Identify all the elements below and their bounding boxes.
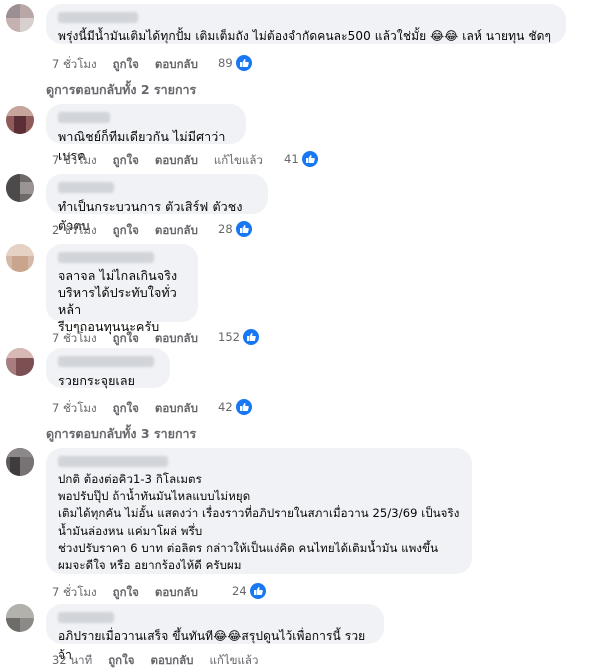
avatar[interactable] — [6, 348, 34, 376]
comment-actions: 7 ชั่วโมง ถูกใจ ตอบกลับ — [52, 330, 214, 348]
comment-text: พรุ่งนี้มีน้ำมันเติมได้ทุกปั้ม เติมเต็มถ… — [58, 29, 552, 43]
reaction-number: 42 — [218, 400, 233, 414]
view-replies-link[interactable]: ดูการตอบกลับทั้ง 2 รายการ — [46, 80, 196, 100]
author-name-redacted[interactable] — [58, 456, 168, 467]
comment-actions: 7 ชั่วโมง ถูกใจ ตอบกลับ แก้ไขแล้ว — [52, 152, 279, 170]
avatar[interactable] — [6, 244, 34, 272]
comment-actions: 7 ชั่วโมง ถูกใจ ตอบกลับ — [52, 56, 214, 74]
comment-actions: 7 ชั่วโมง ถูกใจ ตอบกลับ — [52, 400, 214, 418]
view-replies-label: ดูการตอบกลับทั้ง 3 รายการ — [46, 426, 197, 441]
comment-text: ปกติ ต้องต่อคิว1-3 กิโลเมตร พอปรับปุ๊ป ถ… — [58, 472, 460, 573]
timestamp[interactable]: 7 ชั่วโมง — [52, 152, 97, 170]
reply-button[interactable]: ตอบกลับ — [155, 222, 198, 240]
like-button[interactable]: ถูกใจ — [113, 152, 139, 170]
like-button[interactable]: ถูกใจ — [113, 400, 139, 418]
avatar[interactable] — [6, 106, 34, 134]
reaction-number: 152 — [218, 330, 240, 344]
comment-actions: 7 ชั่วโมง ถูกใจ ตอบกลับ — [52, 584, 214, 602]
author-name-redacted[interactable] — [58, 12, 138, 23]
thumbs-up-icon — [235, 55, 252, 71]
avatar[interactable] — [6, 448, 34, 476]
author-name-redacted[interactable] — [58, 112, 110, 123]
view-replies-label: ดูการตอบกลับทั้ง 2 รายการ — [46, 82, 197, 97]
thumbs-up-icon — [301, 151, 318, 167]
reaction-count[interactable]: 42 — [218, 399, 252, 415]
view-replies-link[interactable]: ดูการตอบกลับทั้ง 3 รายการ — [46, 424, 196, 444]
comment-bubble: จลาจล ไม่ไกลเกินจริง บริหารได้ประทับใจทั… — [46, 244, 198, 334]
like-button[interactable]: ถูกใจ — [108, 652, 134, 670]
comment-text: จลาจล ไม่ไกลเกินจริง บริหารได้ประทับใจทั… — [58, 268, 178, 334]
timestamp[interactable]: 7 ชั่วโมง — [52, 584, 97, 602]
author-name-redacted[interactable] — [58, 356, 154, 367]
comment-bubble: พรุ่งนี้มีน้ำมันเติมได้ทุกปั้ม เติมเต็มถ… — [46, 4, 566, 44]
comment-bubble: รวยกระจุยเลย — [46, 348, 170, 388]
reaction-number: 28 — [218, 222, 233, 236]
timestamp[interactable]: 7 ชั่วโมง — [52, 400, 97, 418]
like-button[interactable]: ถูกใจ — [113, 222, 139, 240]
comment-actions: 2 ชั่วโมง ถูกใจ ตอบกลับ — [52, 222, 214, 240]
author-name-redacted[interactable] — [58, 252, 154, 263]
edited-label: แก้ไขแล้ว — [213, 153, 263, 167]
timestamp[interactable]: 7 ชั่วโมง — [52, 56, 97, 74]
like-button[interactable]: ถูกใจ — [113, 56, 139, 74]
reaction-count[interactable]: 24 — [232, 583, 266, 599]
thumbs-up-icon — [249, 583, 266, 599]
comment-text: รวยกระจุยเลย — [58, 373, 136, 388]
author-name-redacted[interactable] — [58, 612, 114, 623]
reaction-count[interactable]: 28 — [218, 221, 252, 237]
avatar[interactable] — [6, 4, 34, 32]
comment-bubble: ปกติ ต้องต่อคิว1-3 กิโลเมตร พอปรับปุ๊ป ถ… — [46, 448, 472, 574]
reaction-number: 24 — [232, 584, 247, 598]
reply-button[interactable]: ตอบกลับ — [155, 330, 198, 348]
reaction-count[interactable]: 152 — [218, 329, 259, 345]
reaction-number: 89 — [218, 56, 233, 70]
reaction-count[interactable]: 41 — [284, 151, 318, 167]
comment-bubble: อภิปรายเมื่อวานเสร็จ ขึ้นทันที😂😂สรุปดูนไ… — [46, 604, 384, 662]
author-name-redacted[interactable] — [58, 182, 114, 193]
reply-button[interactable]: ตอบกลับ — [155, 400, 198, 418]
reply-button[interactable]: ตอบกลับ — [155, 152, 198, 170]
edited-label: แก้ไขแล้ว — [209, 653, 259, 667]
timestamp[interactable]: 2 ชั่วโมง — [52, 222, 97, 240]
reply-button[interactable]: ตอบกลับ — [155, 584, 198, 602]
comment-bubble: พาณิชย์ก็ทีมเดียวกัน ไม่มีศาว่าเบรค — [46, 104, 246, 163]
timestamp[interactable]: 32 นาที — [52, 652, 92, 670]
thumbs-up-icon — [242, 329, 259, 345]
thumbs-up-icon — [235, 221, 252, 237]
reaction-count[interactable]: 89 — [218, 55, 252, 71]
reply-button[interactable]: ตอบกลับ — [155, 56, 198, 74]
like-button[interactable]: ถูกใจ — [113, 584, 139, 602]
thumbs-up-icon — [235, 399, 252, 415]
reply-button[interactable]: ตอบกลับ — [150, 652, 193, 670]
reaction-number: 41 — [284, 152, 299, 166]
like-button[interactable]: ถูกใจ — [113, 330, 139, 348]
comment-bubble: ทำเป็นกระบวนการ ตัวเสิร์ฟ ตัวชง ตัวตบ — [46, 174, 268, 233]
timestamp[interactable]: 7 ชั่วโมง — [52, 330, 97, 348]
avatar[interactable] — [6, 174, 34, 202]
avatar[interactable] — [6, 604, 34, 632]
comment-actions: 32 นาที ถูกใจ ตอบกลับ แก้ไขแล้ว — [52, 652, 274, 670]
